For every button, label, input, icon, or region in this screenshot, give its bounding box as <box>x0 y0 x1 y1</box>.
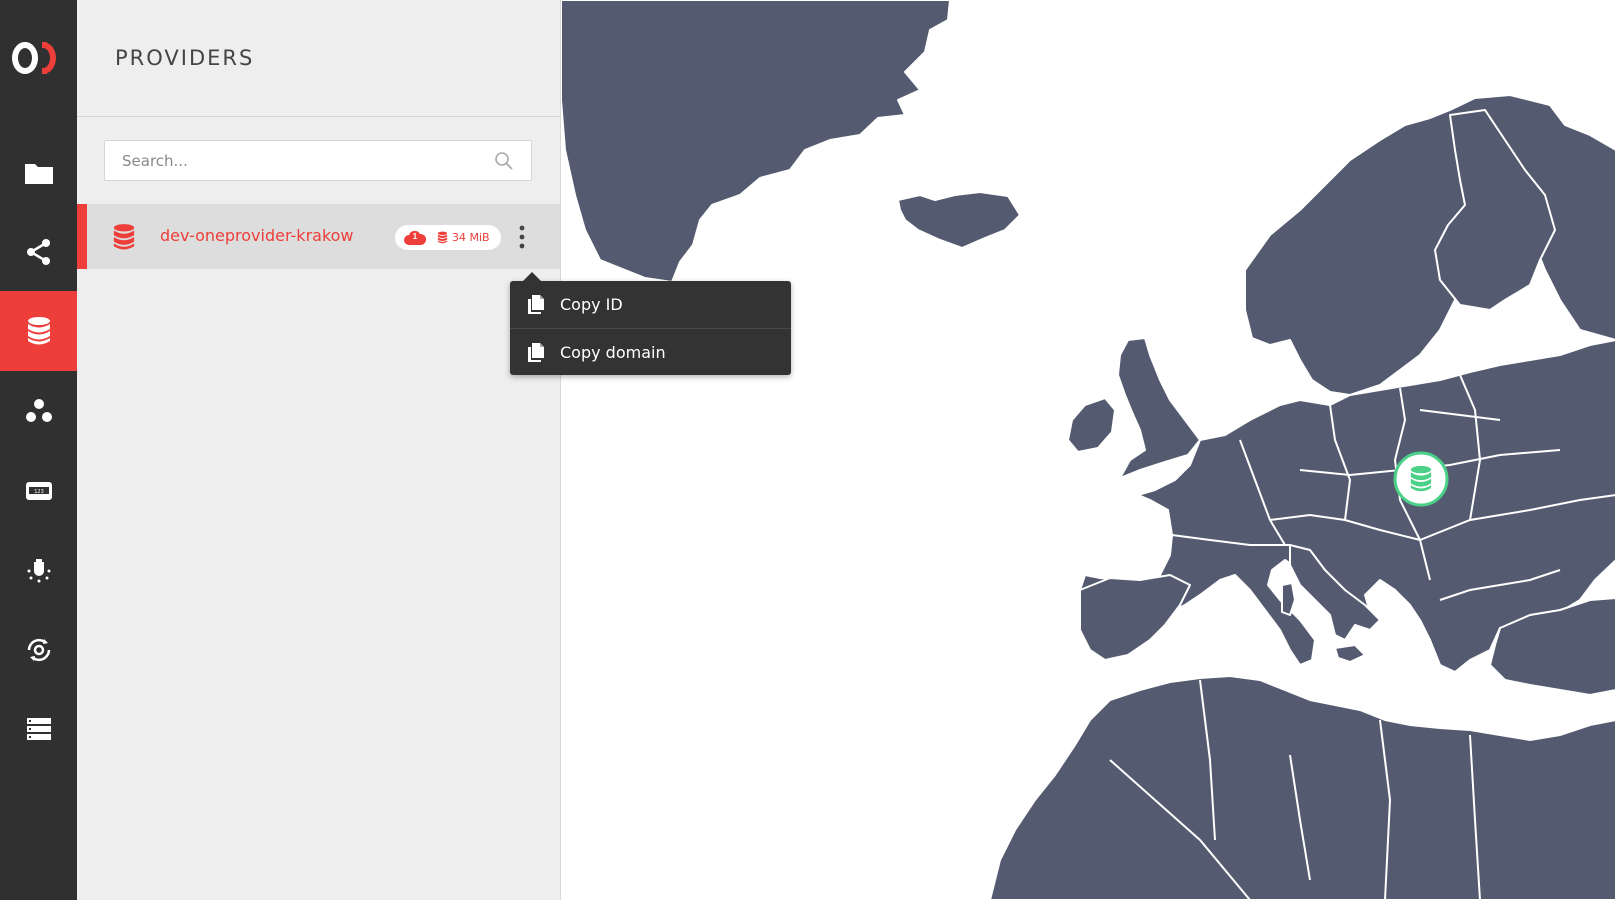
main-sidebar: 123 <box>0 0 77 900</box>
list-item[interactable]: dev-oneprovider-krakow 1 34 MiB <box>77 204 560 269</box>
onedata-logo[interactable] <box>0 28 77 92</box>
greenland-shape <box>561 0 951 283</box>
groups-icon <box>25 399 52 422</box>
copy-icon <box>528 343 544 366</box>
menu-arrow <box>523 272 541 281</box>
provider-marker[interactable] <box>1393 451 1449 512</box>
providers-nav-item[interactable] <box>0 291 77 371</box>
africa-shape <box>989 675 1616 900</box>
harvesters-nav-item[interactable] <box>0 530 77 610</box>
data-nav-item[interactable] <box>0 133 77 213</box>
page-title: PROVIDERS <box>115 46 255 70</box>
clusters-nav-item[interactable] <box>0 689 77 769</box>
storage-size: 34 MiB <box>452 231 490 244</box>
svg-text:123: 123 <box>34 489 44 495</box>
spaces-count: 1 <box>412 231 418 241</box>
copy-id-menu-item[interactable]: Copy ID <box>510 281 791 328</box>
providers-panel: PROVIDERS dev-oneprovider-krakow <box>77 0 561 900</box>
more-actions-icon[interactable] <box>514 222 530 252</box>
ireland-shape <box>1067 397 1116 453</box>
folder-icon <box>24 164 53 184</box>
copy-icon <box>528 295 544 318</box>
storage-icon <box>437 231 448 244</box>
iceland-shape <box>897 191 1021 249</box>
world-map[interactable] <box>561 0 1616 900</box>
tokens-nav-item[interactable]: 123 <box>0 451 77 531</box>
uk-shape <box>1117 337 1201 479</box>
storage-badge: 34 MiB <box>437 231 490 244</box>
shares-nav-item[interactable] <box>0 212 77 292</box>
sicily-shape <box>1334 644 1366 663</box>
share-icon <box>26 239 50 265</box>
automation-icon <box>27 638 50 662</box>
menu-item-label: Copy ID <box>560 295 623 314</box>
harvesters-icon <box>27 559 50 583</box>
groups-nav-item[interactable] <box>0 371 77 451</box>
copy-domain-menu-item[interactable]: Copy domain <box>510 328 791 375</box>
iberia-shape <box>1079 574 1191 661</box>
sardinia-shape <box>1281 582 1296 616</box>
provider-badges: 1 34 MiB <box>395 225 501 250</box>
provider-actions-menu: Copy ID Copy domain <box>510 272 791 375</box>
scandinavia-shape <box>1244 94 1616 396</box>
cloud-icon: 1 <box>403 230 427 246</box>
selected-indicator <box>77 204 87 269</box>
search-icon[interactable] <box>494 151 514 176</box>
providers-icon <box>27 317 50 345</box>
tokens-icon: 123 <box>25 482 52 500</box>
provider-name: dev-oneprovider-krakow <box>160 226 354 245</box>
automation-nav-item[interactable] <box>0 610 77 690</box>
menu-item-label: Copy domain <box>560 342 666 362</box>
panel-header: PROVIDERS <box>77 0 560 117</box>
provider-icon <box>112 223 136 256</box>
clusters-icon <box>26 718 51 740</box>
search-box <box>104 140 532 181</box>
search-input[interactable] <box>105 141 482 180</box>
